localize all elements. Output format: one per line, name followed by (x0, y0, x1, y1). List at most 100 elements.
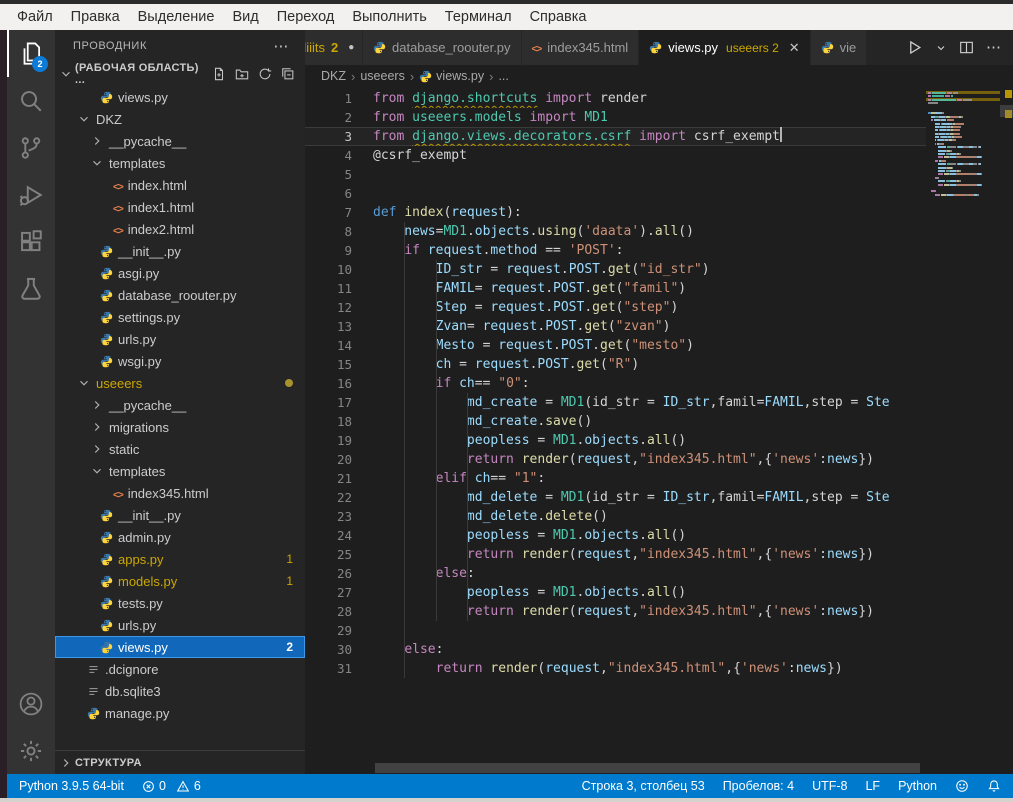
search-activity-button[interactable] (7, 77, 55, 124)
code-line-9[interactable]: 9 if request.method == 'POST': (305, 241, 926, 260)
code-line-6[interactable]: 6 (305, 184, 926, 203)
split-editor-button[interactable] (959, 40, 974, 55)
workspace-section-header[interactable]: (РАБОЧАЯ ОБЛАСТЬ) ... (55, 62, 305, 86)
code-line-5[interactable]: 5 (305, 165, 926, 184)
feedback-icon[interactable] (955, 779, 969, 793)
breadcrumb-item-useeers[interactable]: useeers (360, 69, 404, 83)
tab-vie[interactable]: vie (811, 30, 867, 65)
tab-database-roouter.py[interactable]: database_roouter.py (363, 30, 522, 65)
cursor-position-status[interactable]: Строка 3, столбец 53 (582, 779, 705, 793)
tree-item-database-roouter.py[interactable]: database_roouter.py (55, 284, 305, 306)
run-python-file-button[interactable] (906, 39, 923, 56)
tree-item-db.sqlite3[interactable]: db.sqlite3 (55, 680, 305, 702)
menu-item-выделение[interactable]: Выделение (129, 7, 224, 27)
tree-item--pycache-[interactable]: __pycache__ (55, 394, 305, 416)
breadcrumb-item-views.py[interactable]: views.py (419, 69, 484, 83)
tree-item-templates[interactable]: templates (55, 152, 305, 174)
tab-diiits[interactable]: diiits2● (305, 30, 363, 65)
menu-item-переход[interactable]: Переход (268, 7, 344, 27)
tree-item-static[interactable]: static (55, 438, 305, 460)
tree-item-settings.py[interactable]: settings.py (55, 306, 305, 328)
tree-item-.dcignore[interactable]: .dcignore (55, 658, 305, 680)
eol-status[interactable]: LF (865, 779, 880, 793)
breadcrumb[interactable]: DKZ›useeers›views.py›... (305, 65, 1013, 87)
code-line-15[interactable]: 15 ch = request.POST.get("R") (305, 355, 926, 374)
code-line-1[interactable]: 1from django.shortcuts import render (305, 89, 926, 108)
dirty-dot-icon[interactable]: ● (348, 42, 354, 53)
code-line-11[interactable]: 11 FAMIL= request.POST.get("famil") (305, 279, 926, 298)
code-line-18[interactable]: 18 md_create.save() (305, 412, 926, 431)
explorer-more-actions-icon[interactable]: ⋯ (273, 37, 289, 55)
tab-index345.html[interactable]: <>index345.html (522, 30, 640, 65)
tree-item-views.py[interactable]: views.py (55, 86, 305, 108)
tree-item-templates[interactable]: templates (55, 460, 305, 482)
language-mode-status[interactable]: Python (898, 779, 937, 793)
collapse-all-icon[interactable] (281, 67, 295, 81)
run-dropdown-button[interactable] (935, 42, 947, 54)
code-line-22[interactable]: 22 md_delete = MD1(id_str = ID_str,famil… (305, 488, 926, 507)
account-button[interactable] (7, 680, 55, 727)
tree-item-index1.html[interactable]: <>index1.html (55, 196, 305, 218)
code-line-29[interactable]: 29 (305, 621, 926, 640)
code-line-21[interactable]: 21 elif ch== "1": (305, 469, 926, 488)
tree-item-index2.html[interactable]: <>index2.html (55, 218, 305, 240)
menu-item-вид[interactable]: Вид (223, 7, 267, 27)
horizontal-scrollbar[interactable] (375, 763, 920, 773)
tree-item-apps.py[interactable]: apps.py1 (55, 548, 305, 570)
menu-item-терминал[interactable]: Терминал (436, 7, 521, 27)
code-line-16[interactable]: 16 if ch== "0": (305, 374, 926, 393)
scrollbar-slider[interactable] (1000, 105, 1013, 117)
breadcrumb-item-dkz[interactable]: DKZ (321, 69, 346, 83)
code-line-3[interactable]: 3from django.views.decorators.csrf impor… (305, 127, 926, 146)
source-control-activity-button[interactable] (7, 124, 55, 171)
code-line-27[interactable]: 27 peopless = MD1.objects.all() (305, 583, 926, 602)
code-line-24[interactable]: 24 peopless = MD1.objects.all() (305, 526, 926, 545)
code-line-25[interactable]: 25 return render(request,"index345.html"… (305, 545, 926, 564)
code-line-12[interactable]: 12 Step = request.POST.get("step") (305, 298, 926, 317)
extensions-activity-button[interactable] (7, 218, 55, 265)
tree-item--init-.py[interactable]: __init__.py (55, 240, 305, 262)
settings-button[interactable] (7, 727, 55, 774)
more-editor-actions-button[interactable]: ⋯ (986, 38, 1001, 57)
code-line-31[interactable]: 31 return render(request,"index345.html"… (305, 659, 926, 678)
tree-item-models.py[interactable]: models.py1 (55, 570, 305, 592)
encoding-status[interactable]: UTF-8 (812, 779, 847, 793)
code-line-17[interactable]: 17 md_create = MD1(id_str = ID_str,famil… (305, 393, 926, 412)
tree-item-admin.py[interactable]: admin.py (55, 526, 305, 548)
tree-item-urls.py[interactable]: urls.py (55, 614, 305, 636)
code-line-30[interactable]: 30 else: (305, 640, 926, 659)
outline-section-header[interactable]: СТРУКТУРА (55, 750, 305, 774)
tree-item--pycache-[interactable]: __pycache__ (55, 130, 305, 152)
menu-item-справка[interactable]: Справка (521, 7, 596, 27)
run-and-debug-activity-button[interactable] (7, 171, 55, 218)
tree-item-index.html[interactable]: <>index.html (55, 174, 305, 196)
code-line-10[interactable]: 10 ID_str = request.POST.get("id_str") (305, 260, 926, 279)
python-interpreter-status[interactable]: Python 3.9.5 64-bit (19, 779, 124, 793)
tree-item-views.py[interactable]: views.py2 (55, 636, 305, 658)
tree-item-manage.py[interactable]: manage.py (55, 702, 305, 724)
code-line-20[interactable]: 20 return render(request,"index345.html"… (305, 450, 926, 469)
tree-item-tests.py[interactable]: tests.py (55, 592, 305, 614)
code-line-2[interactable]: 2from useeers.models import MD1 (305, 108, 926, 127)
testing-activity-button[interactable] (7, 265, 55, 312)
code-line-8[interactable]: 8 news=MD1.objects.using('daata').all() (305, 222, 926, 241)
tree-item-asgi.py[interactable]: asgi.py (55, 262, 305, 284)
code-line-7[interactable]: 7def index(request): (305, 203, 926, 222)
menu-item-файл[interactable]: Файл (8, 7, 62, 27)
indentation-status[interactable]: Пробелов: 4 (723, 779, 794, 793)
menu-item-правка[interactable]: Правка (62, 7, 129, 27)
tree-item-wsgi.py[interactable]: wsgi.py (55, 350, 305, 372)
tree-item-index345.html[interactable]: <>index345.html (55, 482, 305, 504)
tree-item-urls.py[interactable]: urls.py (55, 328, 305, 350)
tab-views.py[interactable]: views.pyuseeers 2✕ (639, 30, 810, 65)
new-folder-icon[interactable] (235, 67, 249, 81)
code-line-4[interactable]: 4@csrf_exempt (305, 146, 926, 165)
minimap[interactable] (926, 91, 1000, 196)
refresh-icon[interactable] (258, 67, 272, 81)
notifications-bell-icon[interactable] (987, 779, 1001, 793)
explorer-activity-button[interactable]: 2 (7, 30, 55, 77)
problems-status[interactable]: 0 6 (142, 779, 201, 793)
new-file-icon[interactable] (212, 67, 226, 81)
code-line-23[interactable]: 23 md_delete.delete() (305, 507, 926, 526)
tree-item-useeers[interactable]: useeers (55, 372, 305, 394)
